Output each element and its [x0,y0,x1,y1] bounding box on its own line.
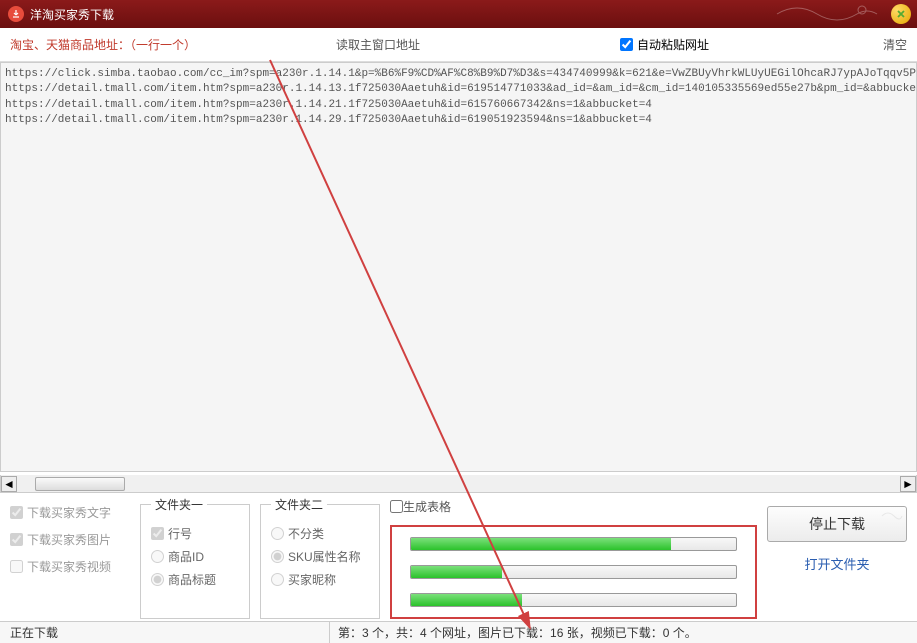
folder2-sku-radio[interactable]: SKU属性名称 [271,548,369,565]
progress-area: 生成表格 [390,496,757,619]
options-row: 下载买家秀文字 下载买家秀图片 下载买家秀视频 文件夹一 行号 商品ID 商品标… [0,492,917,625]
download-text-checkbox[interactable]: 下载买家秀文字 [10,504,130,521]
buttons-column: 停止下载 打开文件夹 [767,496,907,619]
folder1-legend: 文件夹一 [151,496,207,513]
status-left: 正在下载 [0,622,330,643]
scroll-right-arrow[interactable]: ► [900,476,916,492]
progress-bar-3 [410,593,737,607]
button-decoration-icon [880,509,904,523]
toolbar: 淘宝、天猫商品地址：（一行一个） 读取主窗口地址 自动粘贴网址 清空 [0,28,917,62]
app-icon [8,6,24,22]
progress-bar-1 [410,537,737,551]
folder1-fieldset: 文件夹一 行号 商品ID 商品标题 [140,496,250,619]
folder2-nocat-radio[interactable]: 不分类 [271,525,369,542]
auto-paste-input[interactable] [620,38,633,51]
window-title: 洋淘买家秀下载 [30,6,114,23]
auto-paste-label: 自动粘贴网址 [637,36,709,53]
scroll-thumb[interactable] [35,477,125,491]
status-bar: 正在下载 第：3 个，共：4 个网址，图片已下载：16 张，视频已下载：0 个。 [0,621,917,643]
stop-download-button[interactable]: 停止下载 [767,506,907,542]
read-main-window-link[interactable]: 读取主窗口地址 [336,36,420,53]
folder1-productid-radio[interactable]: 商品ID [151,548,239,565]
horizontal-scrollbar[interactable]: ◄ ► [0,475,917,493]
clear-link[interactable]: 清空 [883,36,907,53]
folder2-buyer-radio[interactable]: 买家昵称 [271,571,369,588]
download-options: 下载买家秀文字 下载买家秀图片 下载买家秀视频 [10,496,130,619]
gen-table-checkbox[interactable]: 生成表格 [390,498,757,515]
open-folder-link[interactable]: 打开文件夹 [804,554,869,573]
folder2-legend: 文件夹二 [271,496,327,513]
url-area: ◄ ► [0,62,917,492]
title-bar: 洋淘买家秀下载 [0,0,917,28]
progress-bar-2 [410,565,737,579]
progress-box [390,525,757,619]
download-image-checkbox[interactable]: 下载买家秀图片 [10,531,130,548]
auto-paste-checkbox[interactable]: 自动粘贴网址 [620,36,709,53]
download-video-checkbox[interactable]: 下载买家秀视频 [10,558,130,575]
close-button[interactable] [891,4,911,24]
folder1-title-radio[interactable]: 商品标题 [151,571,239,588]
folder2-fieldset: 文件夹二 不分类 SKU属性名称 买家昵称 [260,496,380,619]
address-label: 淘宝、天猫商品地址：（一行一个） [10,36,196,53]
folder1-rownum-radio[interactable]: 行号 [151,525,239,542]
scroll-left-arrow[interactable]: ◄ [1,476,17,492]
url-textarea[interactable] [0,62,917,472]
titlebar-decoration [767,0,887,28]
status-right: 第：3 个，共：4 个网址，图片已下载：16 张，视频已下载：0 个。 [330,624,705,641]
